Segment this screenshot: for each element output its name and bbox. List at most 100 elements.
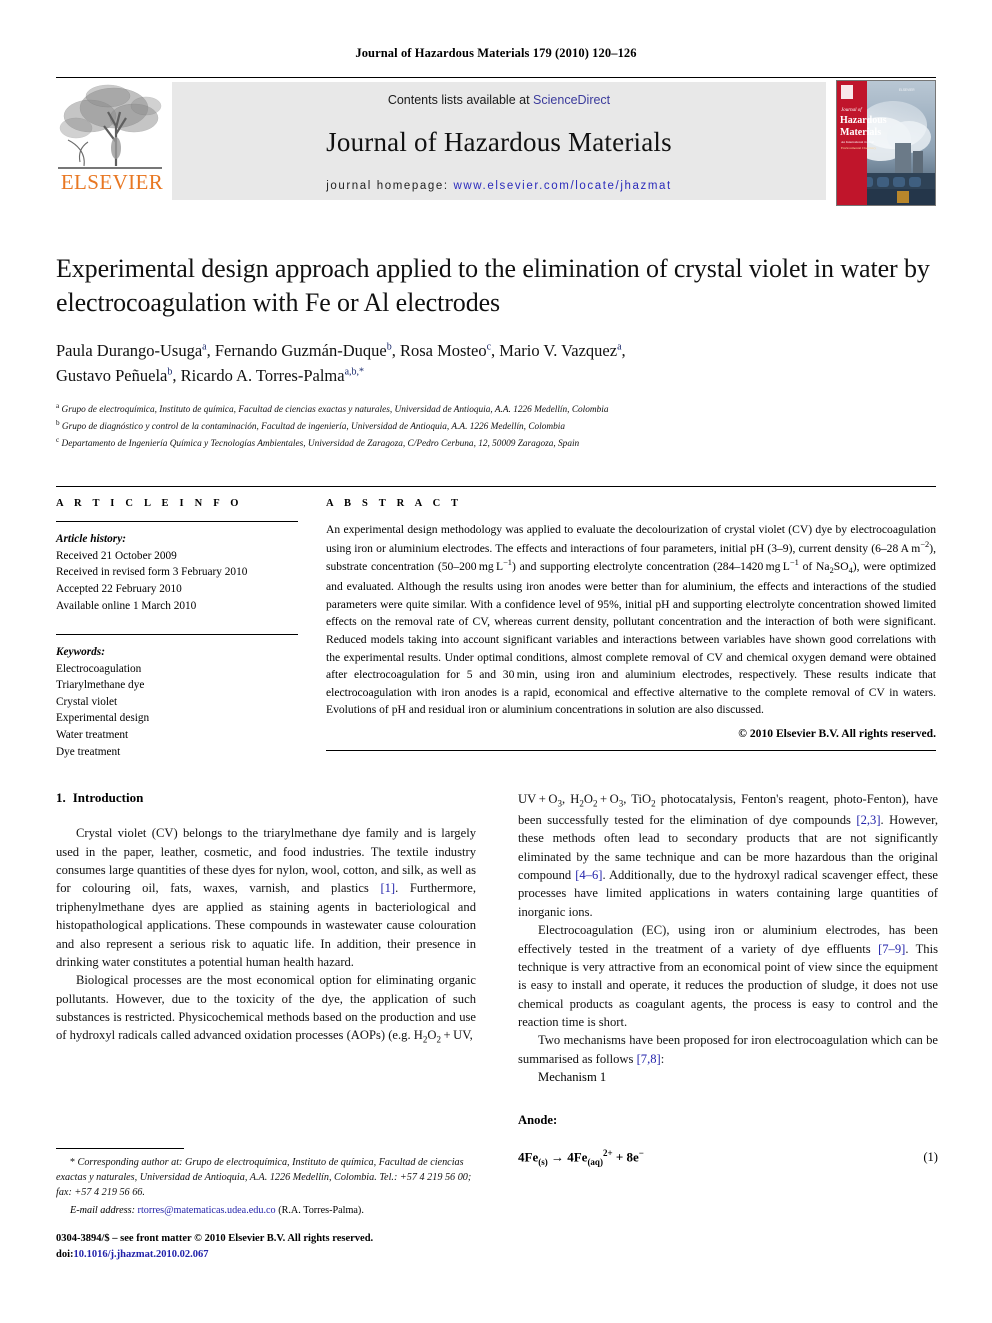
history-item: Received in revised form 3 February 2010 [56,566,248,579]
intro-paragraph-2-cont: UV + O3, H2O2 + O3, TiO2 photocatalysis,… [518,792,938,919]
affiliation-item: c Departamento de Ingeniería Química y T… [56,435,936,452]
homepage-label: journal homepage: [326,180,449,192]
body-column-right: UV + O3, H2O2 + O3, TiO2 photocatalysis,… [518,790,938,1166]
affiliation-marker: a [56,401,60,410]
citation-link[interactable]: [7,8] [637,1052,661,1066]
author-name[interactable]: Fernando Guzmán-Duque [215,341,387,360]
author-name[interactable]: Rosa Mosteo [400,341,487,360]
intro-paragraph-2: Biological processes are the most econom… [56,973,476,1045]
journal-masthead: ELSEVIER Contents lists available at Sci… [56,77,936,206]
corresponding-author-note: * Corresponding author at: Grupo de elec… [56,1156,476,1200]
affiliation-marker: c [56,436,60,444]
citation-link[interactable]: [4–6] [575,868,602,882]
abstract-text: An experimental design methodology was a… [326,523,936,717]
author-name[interactable]: Gustavo Peñuela [56,366,167,385]
body-column-left: 1. Introduction Crystal violet (CV) belon… [56,790,476,1166]
affiliation-text: Grupo de electroquímica, Instituto de qu… [61,404,609,415]
abstract-column: A B S T R A C T An experimental design m… [312,498,936,760]
equation-row-1: 4Fe(s) → 4Fe(aq)2+ + 8e− (1) [518,1148,938,1167]
keyword-item: Electrocoagulation [56,662,142,675]
issn-line: 0304-3894/$ – see front matter © 2010 El… [56,1233,374,1245]
info-top-rule [56,486,936,488]
running-head: Journal of Hazardous Materials 179 (2010… [355,46,637,60]
history-item: Available online 1 March 2010 [56,599,197,612]
intro-paragraph-1: Crystal violet (CV) belongs to the triar… [56,826,476,969]
keyword-item: Dye treatment [56,745,121,758]
svg-text:Materials: Materials [840,127,881,138]
svg-text:Environmental Chemistry: Environmental Chemistry [841,146,876,150]
journal-cover-thumbnail: Journal of Hazardous Materials An Intern… [836,78,936,206]
author-affil-marker: b [167,366,173,378]
article-info-heading: A R T I C L E I N F O [56,498,243,510]
citation-link[interactable]: [2,3] [856,813,880,827]
affiliation-item: a Grupo de electroquímica, Instituto de … [56,401,936,418]
issn-block: 0304-3894/$ – see front matter © 2010 El… [56,1231,476,1263]
email-label: E-mail address: [70,1205,135,1217]
affiliation-text: Grupo de diagnóstico y control de la con… [61,421,566,432]
keyword-item: Triarylmethane dye [56,679,145,692]
svg-text:ELSEVIER: ELSEVIER [899,88,915,92]
elsevier-wordmark: ELSEVIER [60,170,164,194]
affiliation-text: Departamento de Ingeniería Química y Tec… [61,439,580,450]
svg-text:Journal of: Journal of [841,108,862,113]
keywords-rule [56,634,298,636]
section-title: Introduction [72,790,144,806]
article-history-block: Article history: Received 21 October 200… [56,531,298,614]
author-affil-marker: a,b,* [344,366,365,378]
affiliation-marker: b [56,418,60,427]
keywords-label: Keywords: [56,646,105,659]
equation-number: (1) [923,1149,938,1164]
article-title: Experimental design approach applied to … [56,254,930,317]
journal-banner: Contents lists available at ScienceDirec… [172,82,826,200]
contents-prefix: Contents lists available at [387,93,530,107]
anode-label: Anode: [518,1112,558,1127]
svg-text:An International Journal: An International Journal [841,140,874,144]
email-link[interactable]: rtorres@matematicas.udea.edu.co [138,1205,276,1216]
homepage-url-link[interactable]: www.elsevier.com/locate/jhazmat [453,180,671,192]
elsevier-tree-icon [56,82,164,176]
equation-body: 4Fe(s) → 4Fe(aq)2+ + 8e− [518,1147,644,1167]
citation-link[interactable]: [1] [380,881,395,895]
doi-line: doi:10.1016/j.jhazmat.2010.02.067 [56,1247,476,1263]
author-affil-marker: a [617,341,622,353]
history-item: Received 21 October 2009 [56,549,177,562]
keyword-item: Experimental design [56,712,150,725]
elsevier-logo: ELSEVIER [56,78,168,206]
section-heading-introduction: 1. Introduction [56,790,476,806]
abstract-heading: A B S T R A C T [326,498,463,510]
mechanism-label: Mechanism 1 [538,1070,607,1085]
corresponding-author-text: Corresponding author at: Grupo de electr… [56,1157,472,1198]
doi-link[interactable]: 10.1016/j.jhazmat.2010.02.067 [74,1249,209,1260]
citation-link[interactable]: [7–9] [878,942,905,956]
email-owner: (R.A. Torres-Palma). [278,1205,364,1217]
email-note: E-mail address: rtorres@matematicas.udea… [56,1205,476,1216]
journal-homepage-line: journal homepage: www.elsevier.com/locat… [172,180,826,192]
article-history-label: Article history: [56,533,126,546]
author-affil-marker: c [486,341,492,353]
doi-label: doi: [56,1249,74,1261]
paper-page: Journal of Hazardous Materials 179 (2010… [0,0,992,1323]
affiliation-item: b Grupo de diagnóstico y control de la c… [56,418,936,435]
sciencedirect-link[interactable]: ScienceDirect [533,93,610,107]
author-name[interactable]: Ricardo A. Torres-Palma [181,366,345,385]
contents-line: Contents lists available at ScienceDirec… [172,82,826,107]
author-affil-marker: a [202,341,207,353]
svg-text:Hazardous: Hazardous [840,115,887,126]
abstract-bottom-rule [326,750,936,752]
info-abstract-row: A R T I C L E I N F O Article history: R… [56,498,936,760]
section-number: 1. [56,790,66,806]
history-item: Accepted 22 February 2010 [56,582,182,595]
article-info-rule [56,521,298,523]
keyword-item: Crystal violet [56,695,118,708]
journal-title: Journal of Hazardous Materials [326,127,672,157]
author-name[interactable]: Mario V. Vazquez [499,341,617,360]
article-info-column: A R T I C L E I N F O Article history: R… [56,498,312,760]
intro-paragraph-4: Two mechanisms have been proposed for ir… [518,1033,938,1066]
author-list: Paula Durango-Usugaa, Fernando Guzmán-Du… [56,340,626,386]
footnote-rule [56,1148,184,1149]
author-name[interactable]: Paula Durango-Usuga [56,341,202,360]
affiliation-list: a Grupo de electroquímica, Instituto de … [56,401,936,452]
footnote-block: * Corresponding author at: Grupo de elec… [56,1148,476,1263]
body-columns: 1. Introduction Crystal violet (CV) belon… [56,790,938,1166]
intro-paragraph-3: Electrocoagulation (EC), using iron or a… [518,923,938,1030]
